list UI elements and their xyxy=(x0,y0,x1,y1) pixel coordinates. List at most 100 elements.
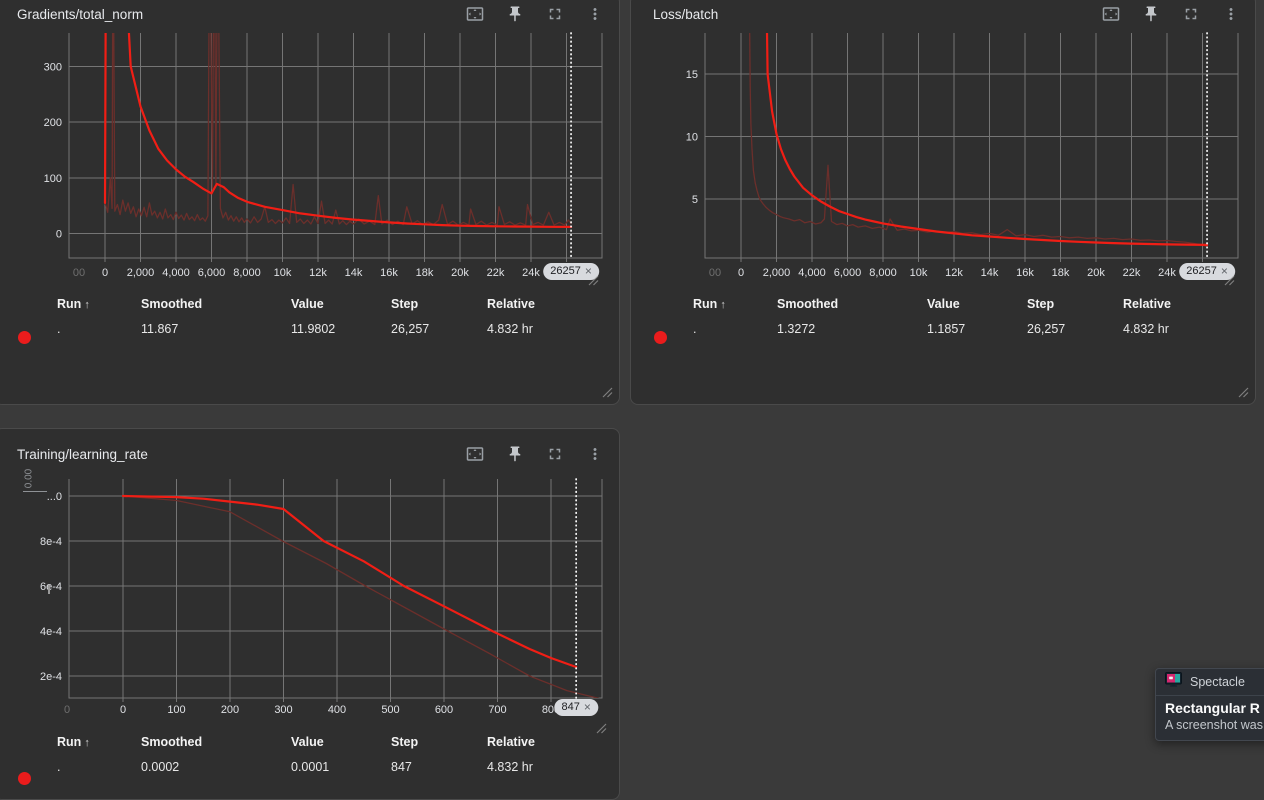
svg-text:14k: 14k xyxy=(981,267,999,279)
svg-text:2e-4: 2e-4 xyxy=(40,671,62,683)
axis-labels: 0100200300400500600700800...08e-46e-44e-… xyxy=(40,491,560,716)
sort-arrow-icon: ↑ xyxy=(720,299,726,311)
svg-text:5: 5 xyxy=(692,194,698,206)
card-header: Training/learning_rate xyxy=(0,439,619,469)
notification-body: Rectangular R A screenshot was xyxy=(1156,696,1264,732)
svg-text:16k: 16k xyxy=(380,267,398,279)
axis-labels: 02,0004,0006,0008,00010k12k14k16k18k20k2… xyxy=(44,61,541,279)
col-header-smoothed[interactable]: Smoothed xyxy=(141,735,291,749)
svg-text:0: 0 xyxy=(102,267,108,279)
run-name: . xyxy=(57,760,141,774)
fit-domain-icon[interactable] xyxy=(463,2,487,26)
chart-resize-grip[interactable] xyxy=(1224,275,1235,286)
svg-text:300: 300 xyxy=(274,704,292,716)
col-header-smoothed[interactable]: Smoothed xyxy=(141,297,291,311)
svg-text:200: 200 xyxy=(44,117,62,129)
chart-card-gradients-total-norm: Gradients/total_norm 02,0004,0006,0008,0… xyxy=(0,0,620,405)
run-color-dot xyxy=(18,331,31,344)
svg-text:6,000: 6,000 xyxy=(198,267,226,279)
spectacle-app-icon xyxy=(1165,672,1182,692)
sort-arrow-icon: ↑ xyxy=(84,737,90,749)
svg-text:4,000: 4,000 xyxy=(798,267,826,279)
step-marker-value: 26257 xyxy=(550,263,581,280)
series-group xyxy=(123,496,599,699)
chart-resize-grip[interactable] xyxy=(588,275,599,286)
raw-series-line xyxy=(749,0,1208,247)
fullscreen-icon[interactable] xyxy=(543,2,567,26)
fit-domain-icon[interactable] xyxy=(463,442,487,466)
svg-text:15: 15 xyxy=(686,69,698,81)
run-value: 1.1857 xyxy=(927,322,1027,336)
fullscreen-icon[interactable] xyxy=(543,442,567,466)
col-header-step[interactable]: Step xyxy=(391,735,487,749)
col-header-value[interactable]: Value xyxy=(291,297,391,311)
col-header-run[interactable]: Run↑ xyxy=(693,297,777,311)
axis-labels: 02,0004,0006,0008,00010k12k14k16k18k20k2… xyxy=(686,69,1177,279)
svg-text:500: 500 xyxy=(381,704,399,716)
run-relative: 4.832 hr xyxy=(487,322,603,336)
run-name: . xyxy=(57,322,141,336)
run-step: 26,257 xyxy=(1027,322,1123,336)
chart-resize-grip[interactable] xyxy=(596,723,607,734)
step-marker-value: 26257 xyxy=(1186,263,1217,280)
svg-text:8e-4: 8e-4 xyxy=(40,536,62,548)
svg-text:100: 100 xyxy=(44,173,62,185)
step-marker-value: 847 xyxy=(561,699,579,716)
col-header-relative[interactable]: Relative xyxy=(487,297,603,311)
fit-domain-icon[interactable] xyxy=(1099,2,1123,26)
chart-title: Loss/batch xyxy=(653,7,1099,22)
svg-text:0: 0 xyxy=(64,704,70,716)
svg-text:18k: 18k xyxy=(416,267,434,279)
svg-text:600: 600 xyxy=(435,704,453,716)
svg-text:20k: 20k xyxy=(451,267,469,279)
notification-popup[interactable]: Spectacle Rectangular R A screenshot was xyxy=(1155,668,1264,741)
col-header-run[interactable]: Run↑ xyxy=(57,297,141,311)
scalar-chart[interactable]: 02,0004,0006,0008,00010k12k14k16k18k20k2… xyxy=(0,0,621,295)
run-table-row[interactable]: . 0.0002 0.0001 847 4.832 hr xyxy=(57,757,603,777)
run-color-dot xyxy=(18,772,31,785)
svg-text:6,000: 6,000 xyxy=(834,267,862,279)
close-icon[interactable]: × xyxy=(584,699,591,716)
run-table-row[interactable]: . 1.3272 1.1857 26,257 4.832 hr xyxy=(693,319,1239,339)
svg-text:0: 0 xyxy=(120,704,126,716)
svg-text:10k: 10k xyxy=(274,267,292,279)
run-relative: 4.832 hr xyxy=(487,760,603,774)
svg-text:4e-4: 4e-4 xyxy=(40,626,62,638)
col-header-value[interactable]: Value xyxy=(291,735,391,749)
col-header-relative[interactable]: Relative xyxy=(1123,297,1239,311)
run-table: Run↑ Smoothed Value Step Relative . 0.00… xyxy=(57,732,603,777)
col-header-smoothed[interactable]: Smoothed xyxy=(777,297,927,311)
pin-icon[interactable] xyxy=(503,442,527,466)
col-header-relative[interactable]: Relative xyxy=(487,735,603,749)
run-name: . xyxy=(693,322,777,336)
svg-text:14k: 14k xyxy=(345,267,363,279)
run-table-row[interactable]: . 11.867 11.9802 26,257 4.832 hr xyxy=(57,319,603,339)
card-resize-grip[interactable] xyxy=(602,387,613,398)
run-table-header-row: Run↑ Smoothed Value Step Relative xyxy=(57,294,603,314)
scalar-chart[interactable]: 0100200300400500600700800...08e-46e-44e-… xyxy=(0,429,621,729)
pin-icon[interactable] xyxy=(1139,2,1163,26)
run-relative: 4.832 hr xyxy=(1123,322,1239,336)
pin-icon[interactable] xyxy=(503,2,527,26)
fullscreen-icon[interactable] xyxy=(1179,2,1203,26)
col-header-value[interactable]: Value xyxy=(927,297,1027,311)
svg-text:6e-4: 6e-4 xyxy=(40,581,62,593)
more-menu-icon[interactable] xyxy=(583,2,607,26)
card-resize-grip[interactable] xyxy=(1238,387,1249,398)
run-table-header-row: Run↑ Smoothed Value Step Relative xyxy=(57,732,603,752)
scalar-chart[interactable]: 02,0004,0006,0008,00010k12k14k16k18k20k2… xyxy=(631,0,1257,295)
gridlines xyxy=(69,479,602,702)
gridlines xyxy=(705,33,1238,262)
plot-border xyxy=(705,33,1238,258)
more-menu-icon[interactable] xyxy=(1219,2,1243,26)
run-step: 26,257 xyxy=(391,322,487,336)
card-header: Loss/batch xyxy=(631,0,1255,29)
svg-text:22k: 22k xyxy=(487,267,505,279)
svg-text:...0: ...0 xyxy=(47,491,62,503)
run-table: Run↑ Smoothed Value Step Relative . 1.32… xyxy=(693,294,1239,339)
step-marker-badge[interactable]: 847 × xyxy=(554,699,597,716)
col-header-step[interactable]: Step xyxy=(391,297,487,311)
col-header-step[interactable]: Step xyxy=(1027,297,1123,311)
more-menu-icon[interactable] xyxy=(583,442,607,466)
col-header-run[interactable]: Run↑ xyxy=(57,735,141,749)
